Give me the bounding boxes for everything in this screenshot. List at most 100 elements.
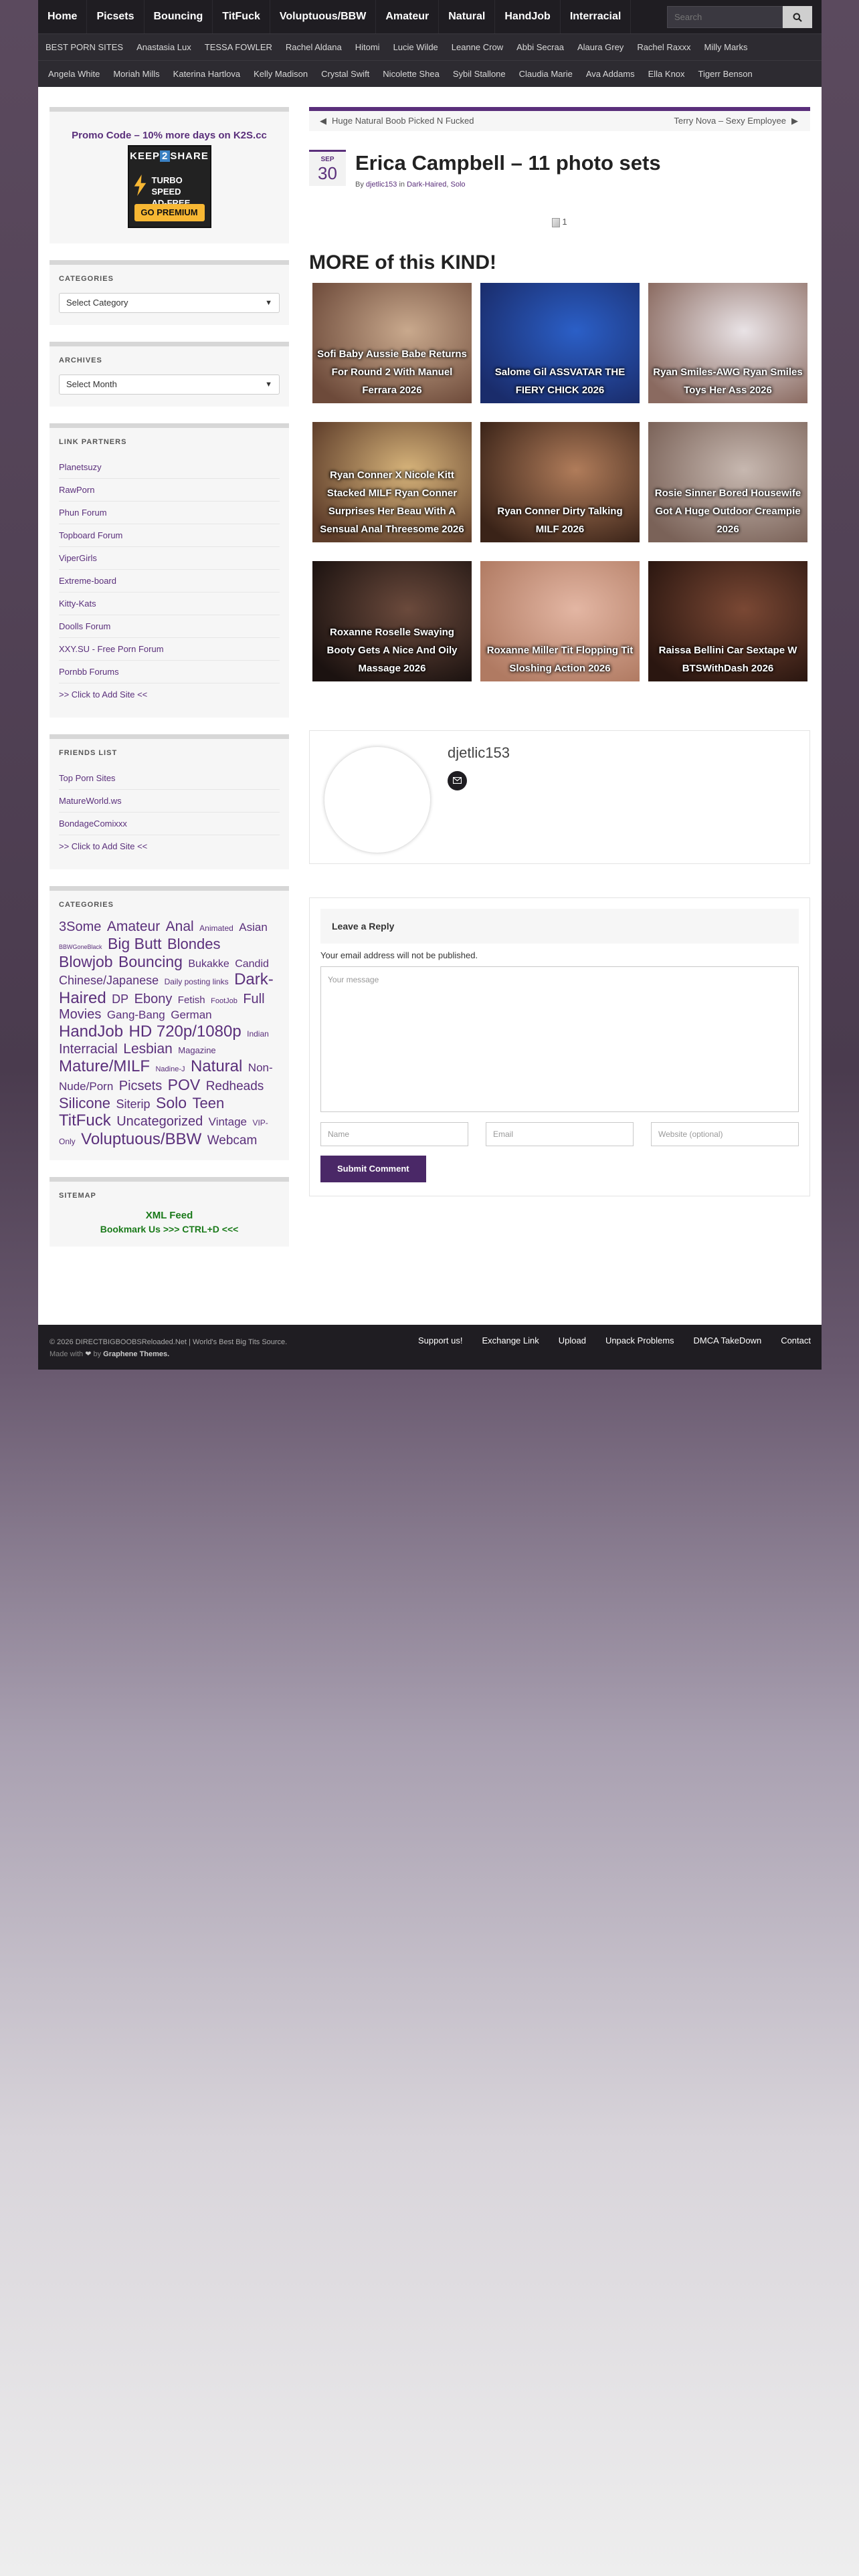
partner-link[interactable]: Planetsuzy — [59, 456, 280, 479]
subnav-item[interactable]: Leanne Crow — [445, 34, 510, 60]
subnav-item[interactable]: Crystal Swift — [314, 61, 376, 87]
friend-link[interactable]: BondageComixxx — [59, 813, 280, 835]
nav-titfuck[interactable]: TitFuck — [213, 0, 270, 33]
related-post-thumbnail[interactable]: Ryan Conner Dirty Talking MILF 2026 — [480, 421, 640, 542]
subnav-item[interactable]: Lucie Wilde — [387, 34, 445, 60]
footer-link-support[interactable]: Support us! — [418, 1335, 463, 1346]
tag-link[interactable]: Blondes — [167, 936, 221, 952]
month-select[interactable]: Select Month ▼ — [59, 374, 280, 395]
tag-link[interactable]: Anal — [166, 919, 194, 934]
keep2share-banner[interactable]: KEEP 2 SHARE TURBO SPEED AD-FREE GO PREMIUM — [127, 145, 211, 228]
tag-link[interactable]: 3Some — [59, 920, 101, 934]
subnav-item[interactable]: Claudia Marie — [512, 61, 579, 87]
tag-link[interactable]: Ebony — [134, 992, 173, 1006]
subnav-item[interactable]: Anastasia Lux — [130, 34, 198, 60]
tag-link[interactable]: Amateur — [107, 919, 160, 934]
website-field[interactable]: Website (optional) — [651, 1121, 799, 1146]
tag-link[interactable]: Mature/MILF — [59, 1057, 150, 1075]
tag-link[interactable]: Natural — [191, 1057, 242, 1075]
footer-link-unpack[interactable]: Unpack Problems — [605, 1335, 674, 1346]
tag-link[interactable]: Picsets — [119, 1079, 162, 1093]
tag-link[interactable]: Vintage — [209, 1115, 247, 1128]
subnav-item[interactable]: Kelly Madison — [247, 61, 314, 87]
subnav-item[interactable]: Ella Knox — [642, 61, 692, 87]
tag-link[interactable]: Interracial — [59, 1042, 118, 1057]
subnav-item[interactable]: TESSA FOWLER — [198, 34, 279, 60]
tag-link[interactable]: Indian — [247, 1029, 269, 1039]
partner-link[interactable]: Extreme-board — [59, 570, 280, 593]
related-post-thumbnail[interactable]: Rosie Sinner Bored Housewife Got A Huge … — [648, 421, 807, 542]
partner-link[interactable]: Phun Forum — [59, 502, 280, 524]
nav-natural[interactable]: Natural — [439, 0, 496, 33]
tag-link[interactable]: Chinese/Japanese — [59, 974, 159, 987]
nav-home[interactable]: Home — [38, 0, 88, 33]
category-link[interactable]: Dark-Haired — [407, 181, 446, 189]
related-post-thumbnail[interactable]: Ryan Smiles-AWG Ryan Smiles Toys Her Ass… — [648, 282, 807, 403]
tag-link[interactable]: Fetish — [178, 994, 205, 1006]
tag-link[interactable]: Blowjob — [59, 953, 113, 970]
tag-link[interactable]: BBWGoneBlack — [59, 944, 102, 950]
category-link[interactable]: Solo — [451, 181, 466, 189]
tag-link[interactable]: Lesbian — [123, 1041, 173, 1057]
nav-amateur[interactable]: Amateur — [376, 0, 440, 33]
email-field[interactable]: Email — [486, 1121, 634, 1146]
subnav-item[interactable]: Angela White — [41, 61, 106, 87]
subnav-item[interactable]: Abbi Secraa — [510, 34, 571, 60]
partner-link[interactable]: Doolls Forum — [59, 615, 280, 638]
friend-link[interactable]: Top Porn Sites — [59, 767, 280, 790]
nav-handjob[interactable]: HandJob — [495, 0, 561, 33]
subnav-item[interactable]: Sybil Stallone — [446, 61, 512, 87]
theme-link[interactable]: Graphene Themes. — [103, 1350, 169, 1358]
partner-link[interactable]: RawPorn — [59, 479, 280, 502]
tag-link[interactable]: Teen — [192, 1095, 224, 1111]
tag-link[interactable]: Webcam — [207, 1134, 258, 1148]
tag-link[interactable]: Redheads — [206, 1079, 264, 1093]
tag-link[interactable]: Gang-Bang — [107, 1008, 165, 1021]
footer-link-dmca[interactable]: DMCA TakeDown — [694, 1335, 762, 1346]
tag-link[interactable]: Silicone — [59, 1095, 110, 1111]
add-site-link[interactable]: >> Click to Add Site << — [59, 835, 280, 857]
submit-comment-button[interactable]: Submit Comment — [320, 1155, 426, 1182]
xml-feed-link[interactable]: XML Feed — [59, 1210, 280, 1221]
tag-link[interactable]: TitFuck — [59, 1111, 111, 1130]
tag-link[interactable]: Big Butt — [108, 935, 162, 952]
subnav-item[interactable]: Ava Addams — [579, 61, 642, 87]
message-textarea[interactable]: Your message — [320, 966, 799, 1112]
tag-link[interactable]: Voluptuous/BBW — [81, 1130, 201, 1148]
tag-link[interactable]: Candid — [235, 958, 269, 970]
nav-voluptuous-bbw[interactable]: Voluptuous/BBW — [270, 0, 377, 33]
tag-link[interactable]: DP — [112, 992, 128, 1006]
subnav-item[interactable]: Milly Marks — [698, 34, 755, 60]
tag-link[interactable]: Magazine — [178, 1045, 215, 1055]
tag-link[interactable]: Nadine-J — [155, 1065, 185, 1073]
subnav-item[interactable]: Tigerr Benson — [692, 61, 759, 87]
related-post-thumbnail[interactable]: Sofi Baby Aussie Babe Returns For Round … — [312, 282, 472, 403]
friend-link[interactable]: MatureWorld.ws — [59, 790, 280, 813]
related-post-thumbnail[interactable]: Salome Gil ASSVATAR THE FIERY CHICK 2026 — [480, 282, 640, 403]
footer-link-upload[interactable]: Upload — [559, 1335, 586, 1346]
add-site-link[interactable]: >> Click to Add Site << — [59, 683, 280, 706]
tag-link[interactable]: Siterip — [116, 1097, 151, 1111]
nav-interracial[interactable]: Interracial — [561, 0, 632, 33]
tag-link[interactable]: FootJob — [211, 997, 237, 1005]
subnav-item[interactable]: BEST PORN SITES — [41, 34, 130, 60]
tag-link[interactable]: HandJob — [59, 1023, 123, 1041]
partner-link[interactable]: Kitty-Kats — [59, 593, 280, 615]
related-post-thumbnail[interactable]: Roxanne Roselle Swaying Booty Gets A Nic… — [312, 560, 472, 681]
tag-link[interactable]: HD 720p/1080p — [129, 1023, 242, 1041]
subnav-item[interactable]: Katerina Hartlova — [167, 61, 247, 87]
nav-bouncing[interactable]: Bouncing — [145, 0, 213, 33]
tag-link[interactable]: Bouncing — [118, 953, 183, 970]
tag-link[interactable]: POV — [168, 1076, 201, 1093]
tag-link[interactable]: Bukakke — [188, 958, 229, 970]
author-link[interactable]: djetlic153 — [366, 181, 397, 189]
prev-post-link[interactable]: ◀ Huge Natural Boob Picked N Fucked — [320, 116, 474, 126]
tag-link[interactable]: Uncategorized — [116, 1114, 203, 1129]
partner-link[interactable]: ViperGirls — [59, 547, 280, 570]
name-field[interactable]: Name — [320, 1121, 468, 1146]
nav-picsets[interactable]: Picsets — [87, 0, 145, 33]
subnav-item[interactable]: Moriah Mills — [106, 61, 166, 87]
category-select[interactable]: Select Category ▼ — [59, 293, 280, 313]
tag-link[interactable]: Asian — [239, 921, 268, 934]
subnav-item[interactable]: Rachel Raxxx — [630, 34, 697, 60]
